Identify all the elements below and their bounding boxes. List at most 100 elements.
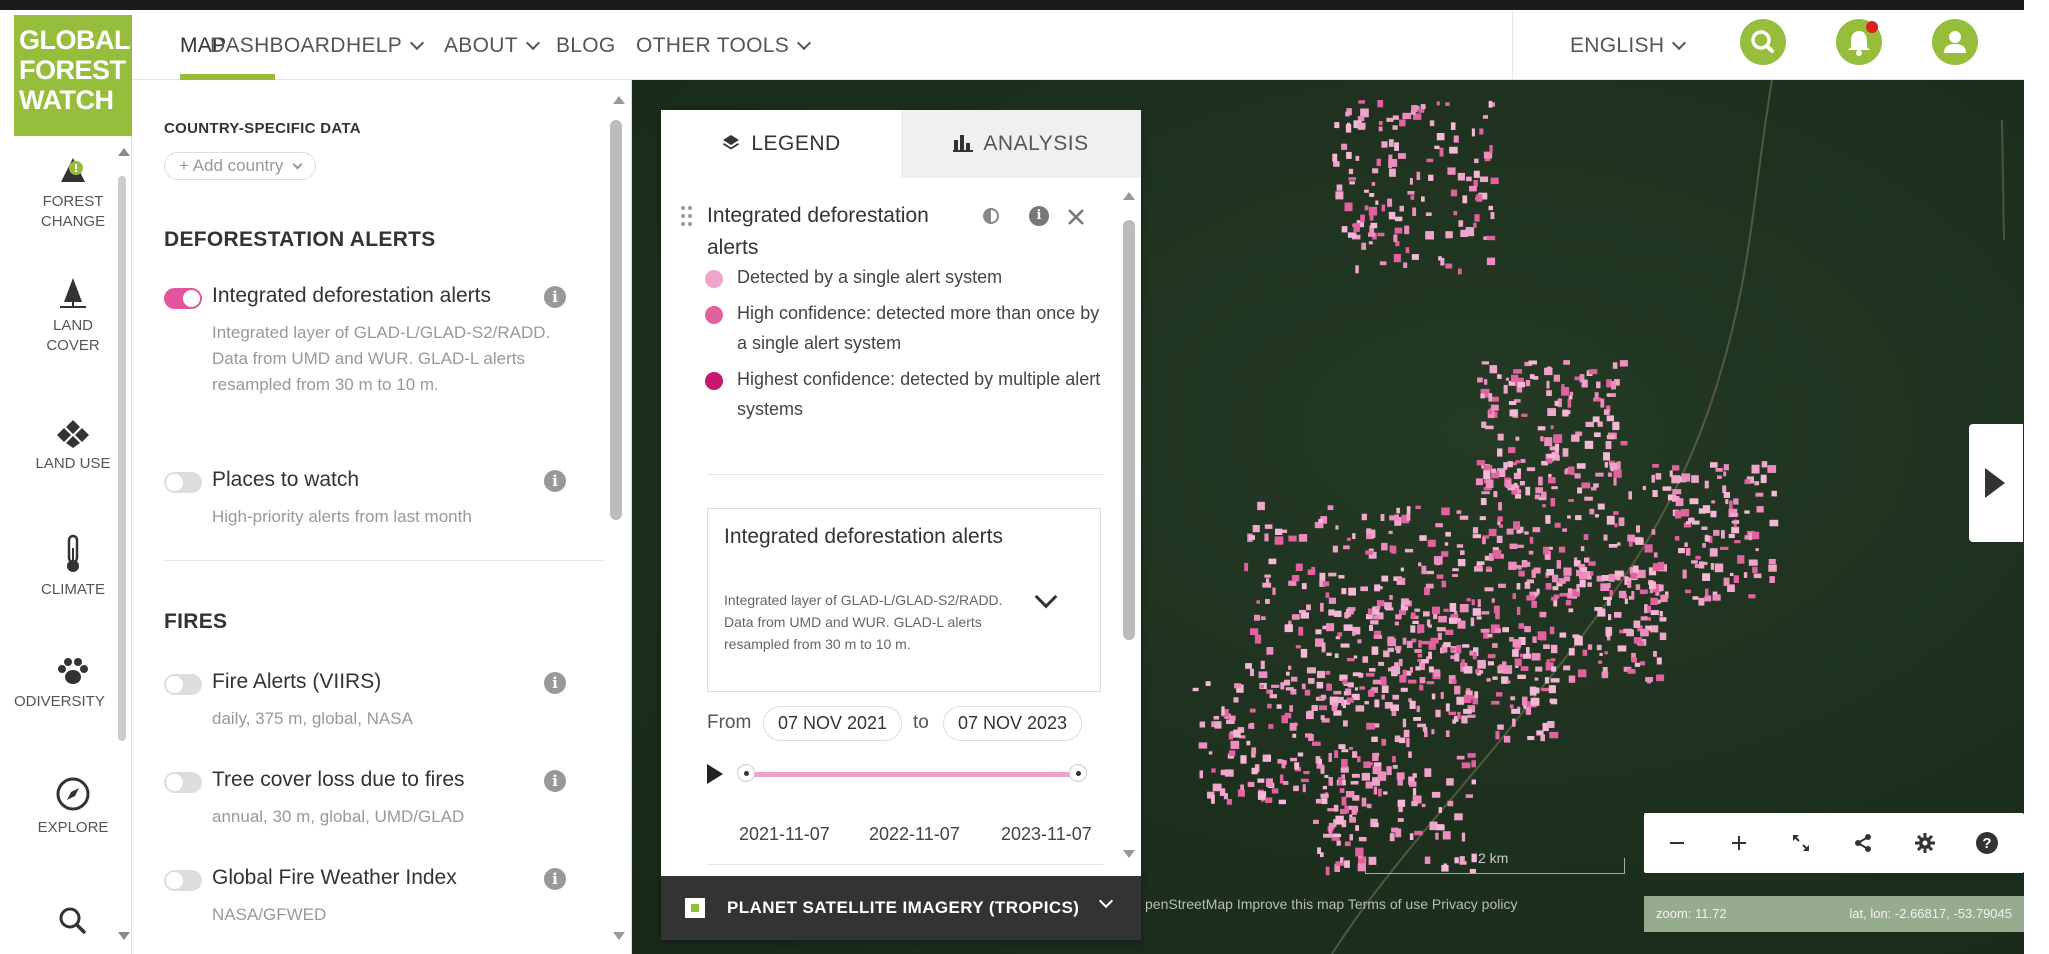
alert-pixel <box>1321 642 1326 652</box>
legend-scroll-down-icon[interactable] <box>1123 850 1135 858</box>
nav-about[interactable]: ABOUT <box>444 34 540 58</box>
play-icon[interactable] <box>707 764 723 784</box>
alert-pixel <box>1271 788 1279 794</box>
nav-blog[interactable]: BLOG <box>556 34 616 58</box>
alert-pixel <box>1436 627 1446 632</box>
timeline-slider[interactable] <box>707 758 1107 788</box>
close-icon[interactable] <box>1067 208 1085 226</box>
sidebar-item-biodiversity[interactable]: ODIVERSITY <box>14 656 132 712</box>
map-attribution[interactable]: penStreetMap Improve this map Terms of u… <box>1145 896 1517 912</box>
timeline-end-handle[interactable] <box>1069 764 1087 782</box>
legend-scrollbar[interactable] <box>1123 220 1135 640</box>
basemap-checkbox[interactable] <box>685 898 705 918</box>
layer-info-card[interactable]: Integrated deforestation alerts Integrat… <box>707 508 1101 692</box>
alert-pixel <box>1534 592 1539 597</box>
info-icon[interactable]: i <box>544 770 566 792</box>
sidebar-item-land-use[interactable]: LAND USE <box>14 418 132 474</box>
alert-pixel <box>1199 721 1206 728</box>
settings-button[interactable] <box>1900 813 1950 873</box>
menu-scrollbar[interactable] <box>610 120 622 520</box>
menu-scroll-up-icon[interactable] <box>613 96 625 104</box>
date-to-picker[interactable]: 07 NOV 2023 <box>943 706 1083 741</box>
toggle-places-to-watch[interactable] <box>164 472 202 493</box>
info-icon[interactable]: i <box>544 868 566 890</box>
alert-pixel <box>1346 151 1352 159</box>
sidebar-item-climate[interactable]: CLIMATE <box>14 534 132 600</box>
paw-icon <box>58 658 88 684</box>
sidebar-scroll-up-icon[interactable] <box>118 148 130 156</box>
alert-pixel <box>1704 480 1709 489</box>
chevron-down-icon[interactable] <box>1034 585 1058 609</box>
sidebar-scroll-down-icon[interactable] <box>118 932 130 940</box>
alert-pixel <box>1686 548 1691 556</box>
zoom-in-button[interactable] <box>1714 813 1764 873</box>
alert-pixel <box>1260 684 1264 689</box>
alert-pixel <box>1395 614 1402 620</box>
sidebar-item-land-cover[interactable]: LAND COVER <box>14 276 132 356</box>
language-selector[interactable]: ENGLISH <box>1570 34 1687 58</box>
share-button[interactable] <box>1838 813 1888 873</box>
layer-description: daily, 375 m, global, NASA <box>212 709 413 728</box>
alert-pixel <box>1315 798 1321 804</box>
zoom-out-button[interactable] <box>1652 813 1702 873</box>
tab-analysis[interactable]: ANALYSIS <box>901 110 1141 178</box>
alert-pixel <box>1398 658 1403 667</box>
alert-pixel <box>1525 706 1532 715</box>
search-icon <box>1751 30 1774 53</box>
info-icon[interactable]: i <box>544 470 566 492</box>
layer-description: NASA/GFWED <box>212 905 327 924</box>
sidebar-item-search[interactable] <box>14 906 132 942</box>
search-button[interactable] <box>1740 19 1786 65</box>
alert-pixel <box>1472 534 1481 539</box>
legend-scroll-up-icon[interactable] <box>1123 192 1135 200</box>
notifications-button[interactable] <box>1836 19 1882 65</box>
gfw-logo[interactable]: GLOBAL FOREST WATCH <box>14 15 132 136</box>
info-icon[interactable]: i <box>544 672 566 694</box>
alert-pixel <box>1346 697 1354 703</box>
alert-pixel <box>1544 367 1553 376</box>
alert-pixel <box>1481 491 1490 495</box>
help-button[interactable]: ? <box>1962 813 2012 873</box>
alert-pixel <box>1531 600 1537 608</box>
nav-other-tools[interactable]: OTHER TOOLS <box>636 34 812 58</box>
add-country-button[interactable]: + Add country <box>164 152 317 180</box>
account-button[interactable] <box>1932 19 1978 65</box>
chevron-down-icon[interactable] <box>1098 893 1114 909</box>
alert-pixel <box>1373 786 1378 795</box>
expand-panel-button[interactable] <box>1969 424 2023 542</box>
alert-pixel <box>1257 778 1265 783</box>
menu-scroll-down-icon[interactable] <box>613 932 625 940</box>
toggle-integrated-alerts[interactable] <box>164 288 202 309</box>
nav-dashboard[interactable]: DASHBOARD <box>210 34 346 58</box>
sidebar-scrollbar[interactable] <box>118 176 126 741</box>
nav-help[interactable]: HELP <box>346 34 425 58</box>
sidebar-item-label: COVER <box>46 337 100 354</box>
alert-pixel <box>1547 408 1556 416</box>
basemap-selector[interactable]: PLANET SATELLITE IMAGERY (TROPICS) <box>661 876 1141 940</box>
alert-pixel <box>1613 469 1622 478</box>
alert-pixel <box>1208 751 1213 755</box>
date-from-picker[interactable]: 07 NOV 2021 <box>763 706 903 741</box>
alert-pixel <box>1549 626 1555 635</box>
timeline-start-handle[interactable] <box>737 764 755 782</box>
info-icon[interactable]: i <box>544 286 566 308</box>
alert-pixel <box>1733 498 1739 505</box>
alert-pixel <box>1307 569 1316 575</box>
toggle-fire-alerts-viirs[interactable] <box>164 674 202 695</box>
sidebar-item-forest-change[interactable]: FOREST CHANGE <box>14 156 132 232</box>
timeline-track[interactable] <box>747 772 1077 777</box>
fullscreen-button[interactable] <box>1776 813 1826 873</box>
toggle-global-fire-weather[interactable] <box>164 870 202 891</box>
legend-info-icon[interactable]: i <box>1029 206 1049 226</box>
alert-pixel <box>1412 620 1419 624</box>
sidebar-item-explore[interactable]: EXPLORE <box>14 776 132 838</box>
toggle-tree-cover-loss-fires[interactable] <box>164 772 202 793</box>
drag-handle-icon[interactable] <box>681 206 693 230</box>
chevron-down-icon <box>796 35 812 51</box>
alert-pixel <box>1348 587 1356 596</box>
window-right-edge <box>2024 0 2049 954</box>
user-icon <box>1944 31 1966 53</box>
alert-pixel <box>1433 556 1443 565</box>
tab-legend[interactable]: LEGEND <box>661 110 901 178</box>
opacity-icon[interactable] <box>981 206 1001 226</box>
